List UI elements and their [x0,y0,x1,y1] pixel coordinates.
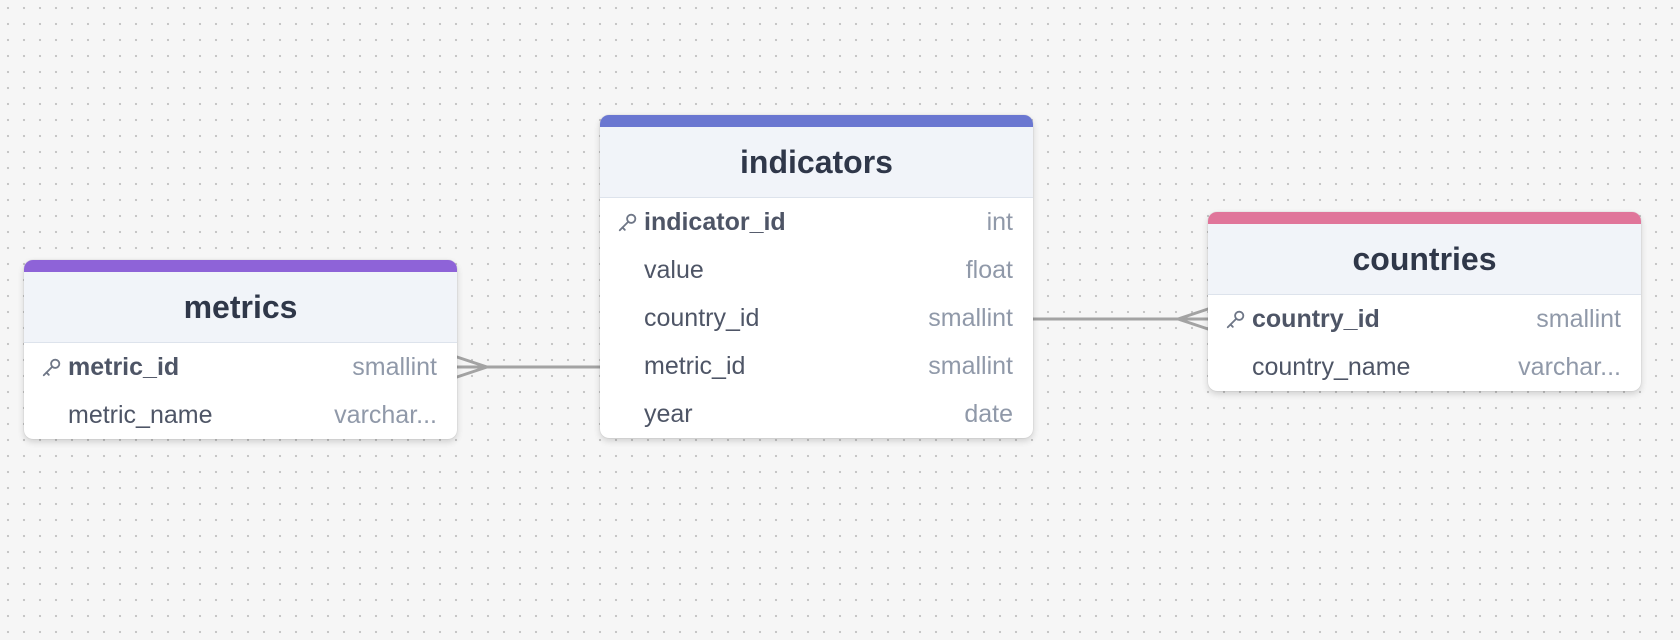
column-row-country-id[interactable]: country_id smallint [600,294,1033,342]
column-name: metric_id [644,351,746,380]
column-type: varchar... [334,400,437,429]
column-row-indicator-id[interactable]: indicator_id int [600,198,1033,246]
column-type: float [965,255,1013,284]
column-name: country_id [1252,304,1380,333]
column-row-metric-id[interactable]: metric_id smallint [24,343,457,391]
table-accent-bar [24,260,457,272]
column-name: country_id [644,303,760,332]
key-slot [617,294,644,342]
table-accent-bar [1208,212,1641,224]
column-type: date [964,399,1013,428]
key-slot [1225,343,1252,391]
column-list: indicator_id int value float country_id small… [600,198,1033,438]
key-slot [617,390,644,438]
column-row-country-id[interactable]: country_id smallint [1208,295,1641,343]
table-title: indicators [740,143,893,180]
column-type: smallint [928,351,1013,380]
column-name: country_name [1252,352,1411,381]
table-header: countries [1208,224,1641,295]
column-row-country-name[interactable]: country_name varchar... [1208,343,1641,391]
table-header: metrics [24,272,457,343]
er-diagram-canvas[interactable]: metrics metric_id smallint metric_name varc… [0,0,1680,640]
column-type: smallint [928,303,1013,332]
key-slot [617,342,644,390]
table-countries[interactable]: countries country_id smallint country_name… [1208,212,1641,391]
column-row-metric-name[interactable]: metric_name varchar... [24,391,457,439]
column-name: metric_name [68,400,213,429]
primary-key-icon [617,198,644,246]
table-metrics[interactable]: metrics metric_id smallint metric_name varc… [24,260,457,439]
table-accent-bar [600,115,1033,127]
key-slot [41,391,68,439]
column-name: year [644,399,693,428]
column-row-metric-id[interactable]: metric_id smallint [600,342,1033,390]
column-row-value[interactable]: value float [600,246,1033,294]
column-name: value [644,255,704,284]
column-row-year[interactable]: year date [600,390,1033,438]
table-indicators[interactable]: indicators indicator_id int value float coun… [600,115,1033,438]
column-name: metric_id [68,352,180,381]
column-list: metric_id smallint metric_name varchar... [24,343,457,439]
column-type: smallint [352,352,437,381]
column-list: country_id smallint country_name varchar... [1208,295,1641,391]
table-header: indicators [600,127,1033,198]
column-type: int [986,207,1013,236]
primary-key-icon [1225,295,1252,343]
table-title: metrics [183,288,298,325]
column-type: smallint [1536,304,1621,333]
column-name: indicator_id [644,207,786,236]
primary-key-icon [41,343,68,391]
table-title: countries [1352,240,1497,277]
key-slot [617,246,644,294]
column-type: varchar... [1518,352,1621,381]
